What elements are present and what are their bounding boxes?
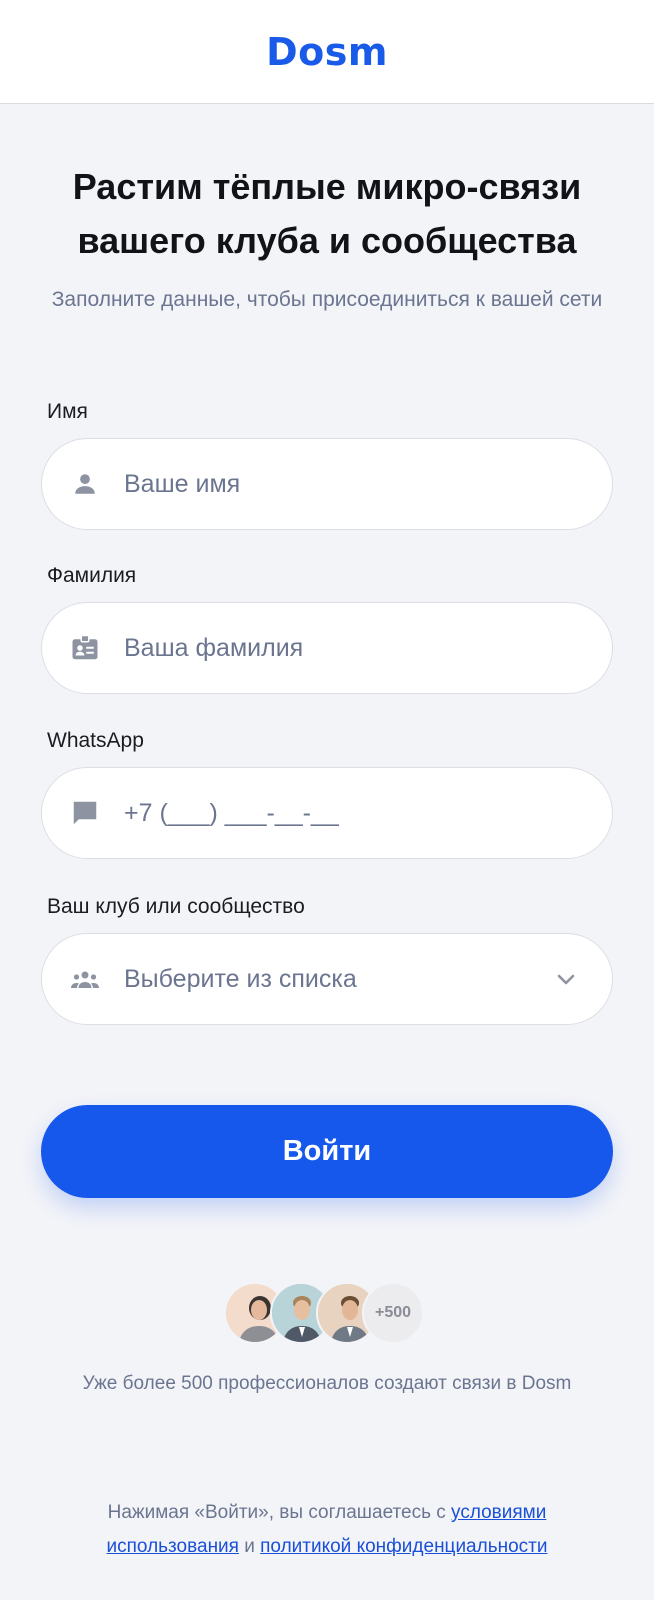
whatsapp-field[interactable]: +7 (___) ___-__-__: [41, 767, 613, 859]
legal-prefix: Нажимая «Войти», вы соглашаетесь с: [107, 1502, 452, 1523]
brand-logo[interactable]: Dosm: [266, 30, 388, 74]
more-members-badge: +500: [362, 1282, 424, 1344]
chat-bubble-icon: [70, 798, 100, 828]
id-badge-icon: [70, 633, 100, 663]
first-name-field[interactable]: Ваше имя: [41, 438, 613, 530]
login-button[interactable]: Войти: [41, 1105, 613, 1198]
page-title: Растим тёплые микро-связи вашего клуба и…: [20, 160, 634, 268]
whatsapp-input[interactable]: +7 (___) ___-__-__: [124, 799, 339, 828]
social-proof-text: Уже более 500 профессионалов создают свя…: [82, 1373, 572, 1394]
whatsapp-label: WhatsApp: [47, 729, 144, 752]
person-icon: [70, 469, 100, 499]
privacy-link[interactable]: политикой конфиденциальности: [260, 1536, 547, 1557]
last-name-field[interactable]: Ваша фамилия: [41, 602, 613, 694]
legal-conjunction: и: [238, 1536, 261, 1557]
top-bar: Dosm: [0, 0, 654, 104]
page-title-line1: Растим тёплые микро-связи: [72, 166, 582, 207]
first-name-input[interactable]: Ваше имя: [124, 470, 240, 499]
community-select[interactable]: Выберите из списка: [41, 933, 613, 1025]
page-title-line2: вашего клуба и сообщества: [77, 220, 577, 261]
first-name-label: Имя: [47, 400, 88, 423]
legal-notice: Нажимая «Войти», вы соглашаетесь с услов…: [60, 1496, 594, 1564]
page-subtitle: Заполните данные, чтобы присоединиться к…: [51, 288, 603, 311]
chevron-down-icon[interactable]: [554, 967, 578, 991]
community-label: Ваш клуб или сообщество: [47, 895, 305, 918]
community-select-value[interactable]: Выберите из списка: [124, 965, 357, 994]
last-name-input[interactable]: Ваша фамилия: [124, 634, 303, 663]
group-icon: [70, 964, 100, 994]
last-name-label: Фамилия: [47, 564, 137, 587]
avatar-stack: +500: [224, 1282, 434, 1344]
